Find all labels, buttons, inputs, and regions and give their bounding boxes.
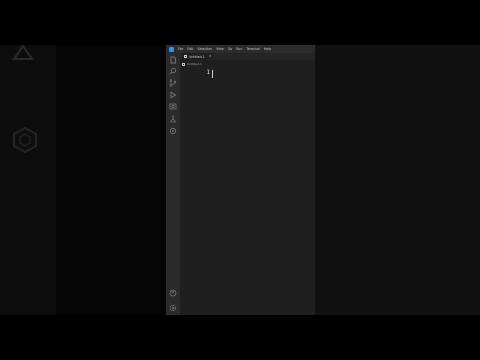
tab-label: Untitled-1 <box>189 54 205 59</box>
menu-run[interactable]: Run <box>236 45 242 53</box>
testing-icon[interactable] <box>169 115 177 123</box>
account-icon[interactable] <box>169 289 177 297</box>
menu-terminal[interactable]: Terminal <box>246 45 259 53</box>
file-icon <box>182 62 185 66</box>
run-debug-icon[interactable] <box>169 91 177 99</box>
ghost-hexagon-icon <box>13 127 37 153</box>
editor-tab-bar: Untitled-1 × <box>180 53 315 60</box>
vscode-logo-icon <box>169 46 174 52</box>
source-control-icon[interactable] <box>169 79 177 87</box>
menu-file[interactable]: File <box>178 45 183 53</box>
tab-untitled[interactable]: Untitled-1 × <box>182 53 214 60</box>
breadcrumb-label: Untitled-1 <box>187 62 202 66</box>
menu-go[interactable]: Go <box>228 45 232 53</box>
top-letterbox <box>0 0 480 45</box>
bottom-letterbox <box>0 315 480 360</box>
extensions-icon[interactable] <box>169 127 177 135</box>
blurred-background-right <box>315 45 480 315</box>
settings-gear-icon[interactable] <box>169 304 177 312</box>
activity-bar <box>166 53 180 315</box>
menu-help[interactable]: Help <box>264 45 271 53</box>
explorer-icon[interactable] <box>169 56 177 64</box>
line-number: 1 <box>206 69 210 76</box>
menu-bar: File Edit Selection View Go Run Terminal… <box>166 45 315 53</box>
text-cursor[interactable] <box>212 70 213 78</box>
menu-edit[interactable]: Edit <box>187 45 193 53</box>
vscode-window: File Edit Selection View Go Run Terminal… <box>166 45 315 315</box>
file-icon <box>184 55 187 58</box>
menu-selection[interactable]: Selection <box>198 45 213 53</box>
ghost-logo-icon <box>12 45 34 60</box>
search-icon[interactable] <box>169 67 177 75</box>
menu-view[interactable]: View <box>216 45 224 53</box>
tab-close-icon[interactable]: × <box>209 53 212 60</box>
remote-explorer-icon[interactable] <box>169 103 177 111</box>
background-shade <box>56 45 166 315</box>
breadcrumb[interactable]: Untitled-1 <box>182 61 202 67</box>
blurred-background-left <box>0 45 166 315</box>
